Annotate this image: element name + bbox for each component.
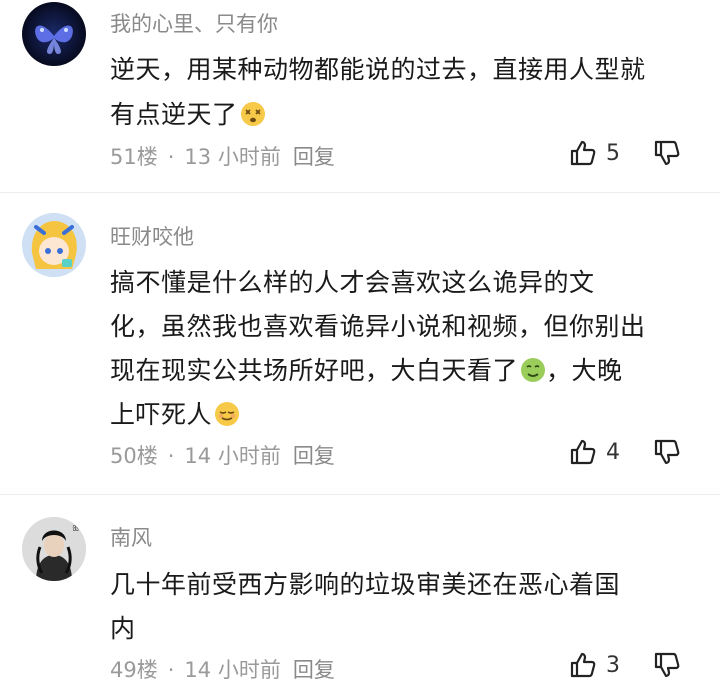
reply-button[interactable]: 回复 [293,444,335,468]
floor-number: 51楼 [110,145,158,169]
dislike-button[interactable] [652,650,682,684]
like-button[interactable]: 3 [568,650,620,680]
comment-text-fragment: ，大晚 [546,356,623,385]
thumbs-down-icon [654,652,680,678]
floor-number: 50楼 [110,444,158,468]
comment-text-line: 搞不懂是什么样的人才会喜欢这么诡异的文 [110,268,595,297]
comment-text-line: 上吓死人 [110,395,240,433]
avatar[interactable]: ꕥ [22,517,86,581]
like-button[interactable]: 4 [568,437,620,467]
timestamp: 13 小时前 [184,145,281,169]
like-button[interactable]: 5 [568,138,620,168]
floor-number: 49楼 [110,658,158,682]
butterfly-icon [35,25,73,54]
svg-text:ꕥ: ꕥ [72,524,79,533]
like-count: 5 [606,140,620,166]
thumbs-up-icon [570,140,596,166]
separator: · [167,658,175,682]
username[interactable]: 旺财咬他 [110,221,194,251]
like-count: 3 [606,652,620,678]
comment-item: ꕥ 南风 几十年前受西方影响的垃圾审美还在恶心着国 内 49楼 · 14 小时前 回复… [0,495,720,685]
dislike-button[interactable] [652,138,682,172]
dislike-button[interactable] [652,437,682,471]
like-count: 4 [606,439,620,465]
timestamp: 14 小时前 [184,658,281,682]
username[interactable]: 南风 [110,522,152,552]
relieved-face-emoji-icon [214,401,240,433]
username[interactable]: 我的心里、只有你 [110,8,278,38]
comment-text-line: 化，虽然我也喜欢看诡异小说和视频，但你别出 [110,312,646,341]
comment-text-line: 有点逆天了 [110,95,266,133]
comment-meta: 51楼 · 13 小时前 回复 [110,141,335,171]
avatar[interactable] [22,213,86,277]
comment-meta: 50楼 · 14 小时前 回复 [110,440,335,470]
timestamp: 14 小时前 [184,444,281,468]
thumbs-up-icon [570,439,596,465]
comment-text-fragment: 现在现实公共场所好吧，大白天看了 [110,356,519,385]
comment-text-line: 几十年前受西方影响的垃圾审美还在恶心着国 [110,570,621,599]
separator: · [167,145,175,169]
nauseated-face-emoji-icon [520,357,546,389]
anime-character-icon [22,213,86,277]
thumbs-down-icon [654,140,680,166]
reply-button[interactable]: 回复 [293,658,335,682]
comment-text-fragment: 有点逆天了 [110,100,238,129]
comment-text-line: 现在现实公共场所好吧，大白天看了 ，大晚 [110,351,623,389]
avatar[interactable] [22,2,86,66]
comment-item: 旺财咬他 搞不懂是什么样的人才会喜欢这么诡异的文 化，虽然我也喜欢看诡异小说和视… [0,193,720,493]
thumbs-up-icon [570,652,596,678]
separator: · [167,444,175,468]
comment-text-fragment: 上吓死人 [110,400,213,429]
warrior-portrait-icon: ꕥ [22,517,86,581]
comment-text-line: 逆天，用某种动物都能说的过去，直接用人型就 [110,55,646,84]
reply-button[interactable]: 回复 [293,145,335,169]
comment-text-line: 内 [110,614,136,643]
dizzy-face-emoji-icon [240,101,266,133]
comment-item: 我的心里、只有你 逆天，用某种动物都能说的过去，直接用人型就 有点逆天了 51楼… [0,0,720,192]
thumbs-down-icon [654,439,680,465]
comment-meta: 49楼 · 14 小时前 回复 [110,654,335,684]
